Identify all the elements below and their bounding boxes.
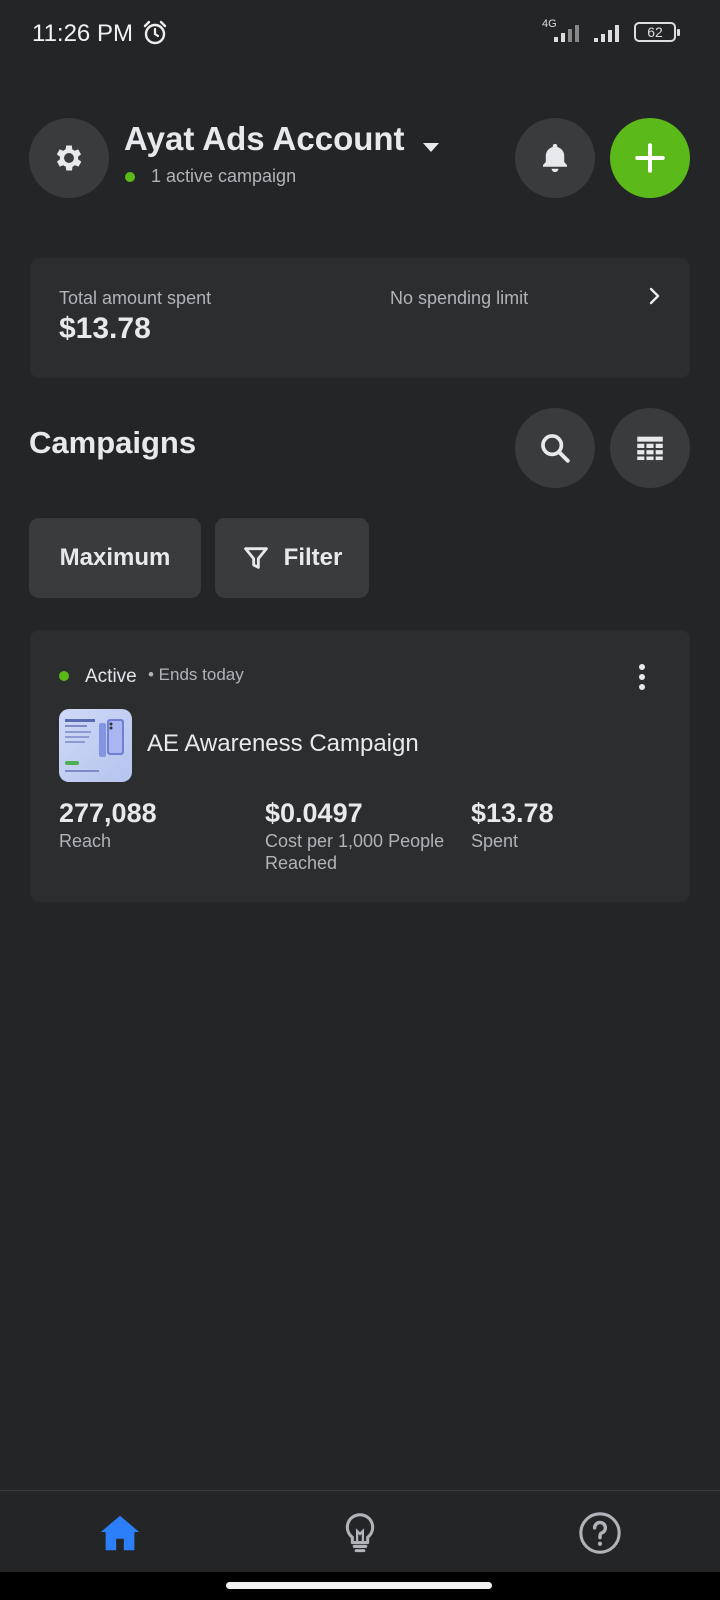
spent-value: $13.78 [471,798,554,828]
gear-icon [56,145,82,171]
signal-icon [554,25,579,42]
campaign-status-dot [59,671,69,681]
spending-card[interactable]: Total amount spent $13.78 No spending li… [30,258,690,378]
campaigns-heading: Campaigns [29,425,197,460]
home-indicator[interactable] [226,1582,492,1589]
spent-label: Spent [471,831,519,851]
chevron-right-icon [649,287,660,305]
cpm-label-line1: Cost per 1,000 People [265,831,445,851]
bell-icon [542,143,568,173]
cpm-label: Cost per 1,000 People Reached [265,830,444,874]
status-time: 11:26 PM [32,20,133,47]
nav-tips[interactable] [336,1509,384,1557]
help-icon [579,1512,621,1554]
sort-label: Maximum [59,544,171,571]
gesture-bar [0,1572,720,1600]
campaign-card[interactable]: Active • Ends today AE Awareness Campaig… [30,630,690,902]
reach-label: Reach [59,831,112,851]
phone-ad-image-icon [65,719,124,772]
spending-limit-label: No spending limit [390,288,529,308]
active-campaign-count: 1 active campaign [151,166,297,186]
caret-down-icon[interactable] [422,142,440,154]
filter-label: Filter [283,544,343,571]
filter-icon [243,547,268,569]
battery-icon: 62 [634,22,680,42]
bottom-nav [0,1490,720,1572]
create-button[interactable] [610,118,690,198]
filter-button[interactable]: Filter [215,518,369,598]
more-options-icon[interactable] [630,662,654,692]
account-switcher[interactable]: Ayat Ads Account [124,120,405,158]
signal-icon [594,25,619,42]
table-view-button[interactable] [610,408,690,488]
cpm-label-line2: Reached [265,853,338,873]
sort-button[interactable]: Maximum [29,518,201,598]
notifications-button[interactable] [515,118,595,198]
table-icon [637,436,663,461]
reach-value: 277,088 [59,798,157,828]
search-icon [541,434,570,463]
total-spent-value: $13.78 [59,312,151,345]
total-spent-label: Total amount spent [59,288,212,308]
settings-button[interactable] [29,118,109,198]
status-bar: 11:26 PM 4G 62 [0,0,720,66]
lightbulb-icon [345,1513,375,1553]
nav-home[interactable] [96,1509,144,1557]
plus-icon [635,143,665,173]
campaign-status: Active [85,666,137,687]
cpm-value: $0.0497 [265,798,363,828]
campaign-end-date: • Ends today [148,665,244,684]
alarm-icon [143,20,167,45]
campaign-thumbnail [59,709,132,782]
campaign-name: AE Awareness Campaign [147,730,419,757]
home-icon [100,1515,140,1551]
nav-help[interactable] [576,1509,624,1557]
active-status-dot [125,172,135,182]
search-button[interactable] [515,408,595,488]
